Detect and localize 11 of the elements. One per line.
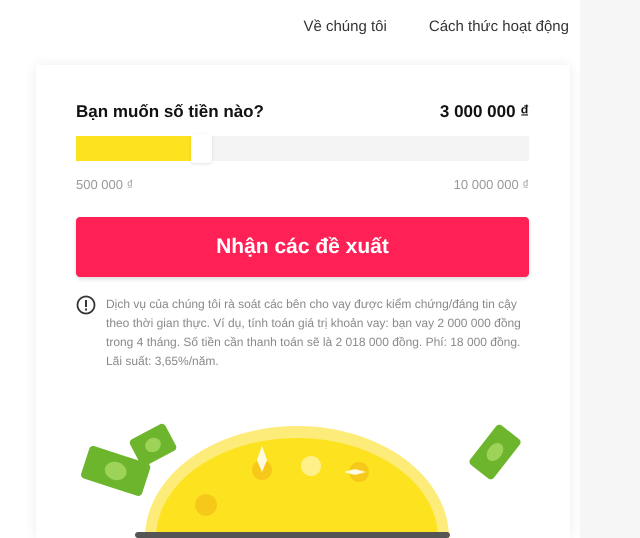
amount-question: Bạn muốn số tiền nào?: [76, 102, 264, 122]
slider-thumb[interactable]: [190, 134, 212, 163]
nav-link[interactable]: Về chúng tôi: [303, 18, 387, 65]
disclaimer-text: Dịch vụ của chúng tôi rà soát các bên cho vay được kiểm chứng/đáng tin cậy theo thời gian thực. Ví dụ, tính toán giá trị khoản vay: bạn vay 2 000 000 đồng trong 4 tháng. Số tiền cần thanh toán sẽ là 2 018 000 đồng. Phí: 18 000 đồng. Lãi suất: 3,65%/năm.: [106, 296, 522, 370]
info-icon: [76, 295, 96, 315]
submit-button[interactable]: Nhận các đề xuất: [76, 217, 529, 277]
amount-value: 3 000 000 ₫: [440, 102, 529, 122]
max-amount: 10 000 000 ₫: [454, 177, 529, 192]
amount-slider[interactable]: [76, 136, 529, 161]
nav-link[interactable]: Cách thức hoạt động: [428, 18, 569, 65]
min-amount: 500 000 ₫: [76, 177, 134, 192]
